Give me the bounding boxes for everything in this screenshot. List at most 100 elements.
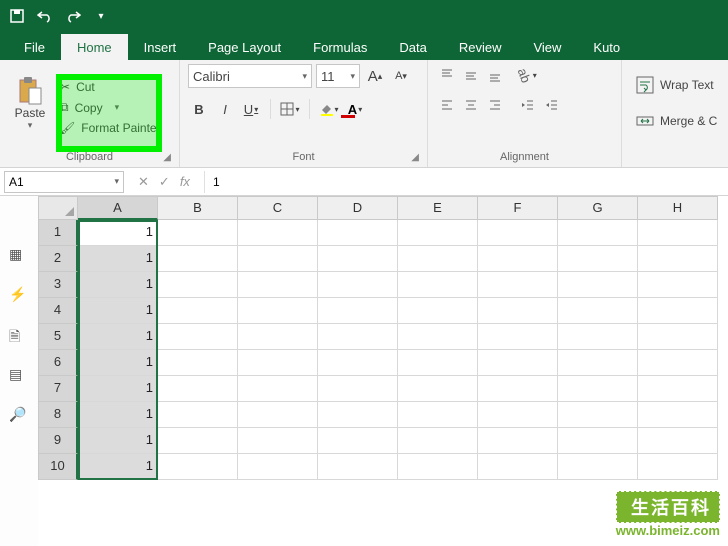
- cell-D7[interactable]: [318, 376, 398, 402]
- decrease-indent-button[interactable]: [516, 94, 538, 116]
- cell-H4[interactable]: [638, 298, 718, 324]
- cut-button[interactable]: ✂ Cut: [56, 78, 165, 96]
- merge-center-button[interactable]: Merge & C: [632, 104, 717, 138]
- cell-B7[interactable]: [158, 376, 238, 402]
- cell-D2[interactable]: [318, 246, 398, 272]
- cell-C10[interactable]: [238, 454, 318, 480]
- cell-F4[interactable]: [478, 298, 558, 324]
- cell-D10[interactable]: [318, 454, 398, 480]
- cell-A5[interactable]: 1: [78, 324, 158, 350]
- formula-input[interactable]: 1: [204, 171, 728, 193]
- tab-review[interactable]: Review: [443, 34, 518, 60]
- copy-split-caret[interactable]: ▾: [115, 102, 120, 113]
- cell-A4[interactable]: 1: [78, 298, 158, 324]
- underline-button[interactable]: U▾: [240, 98, 262, 120]
- align-left-button[interactable]: [436, 94, 458, 116]
- cell-G10[interactable]: [558, 454, 638, 480]
- cell-E4[interactable]: [398, 298, 478, 324]
- cell-H9[interactable]: [638, 428, 718, 454]
- row-header-7[interactable]: 7: [38, 376, 78, 402]
- cell-C2[interactable]: [238, 246, 318, 272]
- cell-A7[interactable]: 1: [78, 376, 158, 402]
- cell-B3[interactable]: [158, 272, 238, 298]
- cell-B9[interactable]: [158, 428, 238, 454]
- cell-H2[interactable]: [638, 246, 718, 272]
- cell-E1[interactable]: [398, 220, 478, 246]
- cell-A3[interactable]: 1: [78, 272, 158, 298]
- column-header-G[interactable]: G: [558, 196, 638, 220]
- cell-E3[interactable]: [398, 272, 478, 298]
- cell-C9[interactable]: [238, 428, 318, 454]
- tab-home[interactable]: Home: [61, 34, 128, 60]
- cell-D9[interactable]: [318, 428, 398, 454]
- find-icon[interactable]: 🔎: [9, 406, 29, 424]
- cell-H10[interactable]: [638, 454, 718, 480]
- column-header-B[interactable]: B: [158, 196, 238, 220]
- name-box[interactable]: A1 ▾: [4, 171, 124, 193]
- cell-H3[interactable]: [638, 272, 718, 298]
- cell-D5[interactable]: [318, 324, 398, 350]
- row-header-9[interactable]: 9: [38, 428, 78, 454]
- cell-F7[interactable]: [478, 376, 558, 402]
- paste-button[interactable]: Paste ▾: [8, 64, 52, 142]
- font-size-combo[interactable]: 11 ▾: [316, 64, 360, 88]
- tab-page-layout[interactable]: Page Layout: [192, 34, 297, 60]
- cell-F9[interactable]: [478, 428, 558, 454]
- cell-G2[interactable]: [558, 246, 638, 272]
- increase-indent-button[interactable]: [540, 94, 562, 116]
- wrap-text-button[interactable]: Wrap Text: [632, 68, 717, 102]
- cell-B6[interactable]: [158, 350, 238, 376]
- cell-B5[interactable]: [158, 324, 238, 350]
- cell-F10[interactable]: [478, 454, 558, 480]
- cell-F2[interactable]: [478, 246, 558, 272]
- cell-H5[interactable]: [638, 324, 718, 350]
- align-right-button[interactable]: [484, 94, 506, 116]
- cell-B10[interactable]: [158, 454, 238, 480]
- column-header-A[interactable]: A: [78, 196, 158, 220]
- cell-H7[interactable]: [638, 376, 718, 402]
- cell-G3[interactable]: [558, 272, 638, 298]
- cell-G7[interactable]: [558, 376, 638, 402]
- nav-pane-icon[interactable]: ▦: [9, 246, 29, 264]
- cell-C1[interactable]: [238, 220, 318, 246]
- cell-A9[interactable]: 1: [78, 428, 158, 454]
- align-bottom-button[interactable]: [484, 64, 506, 86]
- tab-formulas[interactable]: Formulas: [297, 34, 383, 60]
- cell-D4[interactable]: [318, 298, 398, 324]
- qat-customize-icon[interactable]: ▾: [92, 7, 110, 25]
- cell-G9[interactable]: [558, 428, 638, 454]
- tab-file[interactable]: File: [8, 34, 61, 60]
- cell-D3[interactable]: [318, 272, 398, 298]
- layout-icon[interactable]: ▤: [9, 366, 29, 384]
- cell-H6[interactable]: [638, 350, 718, 376]
- column-header-C[interactable]: C: [238, 196, 318, 220]
- select-all-corner[interactable]: [38, 196, 78, 220]
- cell-D1[interactable]: [318, 220, 398, 246]
- fill-color-button[interactable]: ▾: [318, 98, 340, 120]
- cell-G8[interactable]: [558, 402, 638, 428]
- undo-icon[interactable]: [36, 7, 54, 25]
- column-header-E[interactable]: E: [398, 196, 478, 220]
- column-header-H[interactable]: H: [638, 196, 718, 220]
- fx-icon[interactable]: fx: [180, 174, 190, 189]
- font-name-combo[interactable]: Calibri ▾: [188, 64, 312, 88]
- column-header-D[interactable]: D: [318, 196, 398, 220]
- cell-D6[interactable]: [318, 350, 398, 376]
- row-header-3[interactable]: 3: [38, 272, 78, 298]
- row-header-10[interactable]: 10: [38, 454, 78, 480]
- row-header-2[interactable]: 2: [38, 246, 78, 272]
- redo-icon[interactable]: [64, 7, 82, 25]
- cell-E5[interactable]: [398, 324, 478, 350]
- cell-F1[interactable]: [478, 220, 558, 246]
- enter-formula-icon[interactable]: ✓: [159, 174, 170, 190]
- cell-E10[interactable]: [398, 454, 478, 480]
- align-middle-button[interactable]: [460, 64, 482, 86]
- cell-D8[interactable]: [318, 402, 398, 428]
- cell-C5[interactable]: [238, 324, 318, 350]
- cell-G1[interactable]: [558, 220, 638, 246]
- cancel-formula-icon[interactable]: ✕: [138, 174, 149, 190]
- tab-data[interactable]: Data: [383, 34, 442, 60]
- row-header-4[interactable]: 4: [38, 298, 78, 324]
- cell-F8[interactable]: [478, 402, 558, 428]
- cell-G6[interactable]: [558, 350, 638, 376]
